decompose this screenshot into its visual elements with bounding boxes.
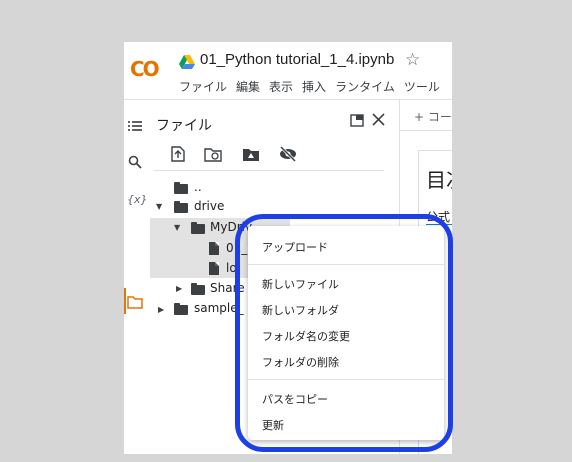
folder-icon <box>191 222 205 234</box>
menu-runtime[interactable]: ランタイム <box>335 80 395 94</box>
star-icon[interactable]: ☆ <box>405 50 420 70</box>
highlight-annotation <box>235 214 453 452</box>
upload-icon[interactable] <box>169 146 187 162</box>
tree-label-drive: drive <box>194 199 225 213</box>
hide-icon[interactable] <box>279 146 297 162</box>
google-drive-icon <box>179 55 195 69</box>
menu-bar: ファイル 編集 表示 挿入 ランタイム ツール <box>179 78 449 95</box>
menu-tools[interactable]: ツール <box>404 80 440 94</box>
menu-file[interactable]: ファイル <box>179 80 227 94</box>
notebook-title[interactable]: 01_Python tutorial_1_4.ipynb <box>200 51 394 68</box>
chevron-down-icon[interactable]: ▼ <box>156 202 162 211</box>
close-icon[interactable] <box>372 113 385 126</box>
active-tab-indicator <box>124 288 126 314</box>
chevron-right-icon[interactable]: ▶ <box>158 305 164 314</box>
file-icon <box>209 262 219 275</box>
chevron-down-icon[interactable]: ▼ <box>174 223 180 232</box>
folder-icon <box>191 283 205 295</box>
menu-edit[interactable]: 編集 <box>236 80 260 94</box>
toolbar-divider <box>154 170 384 171</box>
colab-logo[interactable]: CO <box>130 58 164 80</box>
menu-insert[interactable]: 挿入 <box>302 80 326 94</box>
open-in-tab-icon[interactable] <box>350 114 364 127</box>
cell-heading: 目次 <box>426 168 452 192</box>
files-panel-title: ファイル <box>156 118 212 134</box>
folder-icon[interactable] <box>127 294 143 310</box>
refresh-folder-icon[interactable] <box>204 146 222 162</box>
file-icon <box>209 242 219 255</box>
chevron-right-icon[interactable]: ▶ <box>176 284 182 293</box>
toolbar-divider-right <box>400 130 452 131</box>
menu-view[interactable]: 表示 <box>269 80 293 94</box>
folder-icon <box>174 201 188 213</box>
header-divider <box>124 99 452 100</box>
mount-drive-icon[interactable] <box>242 146 260 162</box>
table-of-contents-icon[interactable] <box>127 118 143 134</box>
folder-icon <box>174 303 188 315</box>
logo-text: CO <box>130 57 160 81</box>
variables-icon[interactable]: {x} <box>127 192 148 208</box>
tree-label-parent: .. <box>194 180 202 194</box>
left-rail: {x} <box>124 100 148 454</box>
add-code-button[interactable]: + コー <box>414 108 452 125</box>
search-icon[interactable] <box>127 154 143 170</box>
folder-up-icon <box>174 182 188 194</box>
